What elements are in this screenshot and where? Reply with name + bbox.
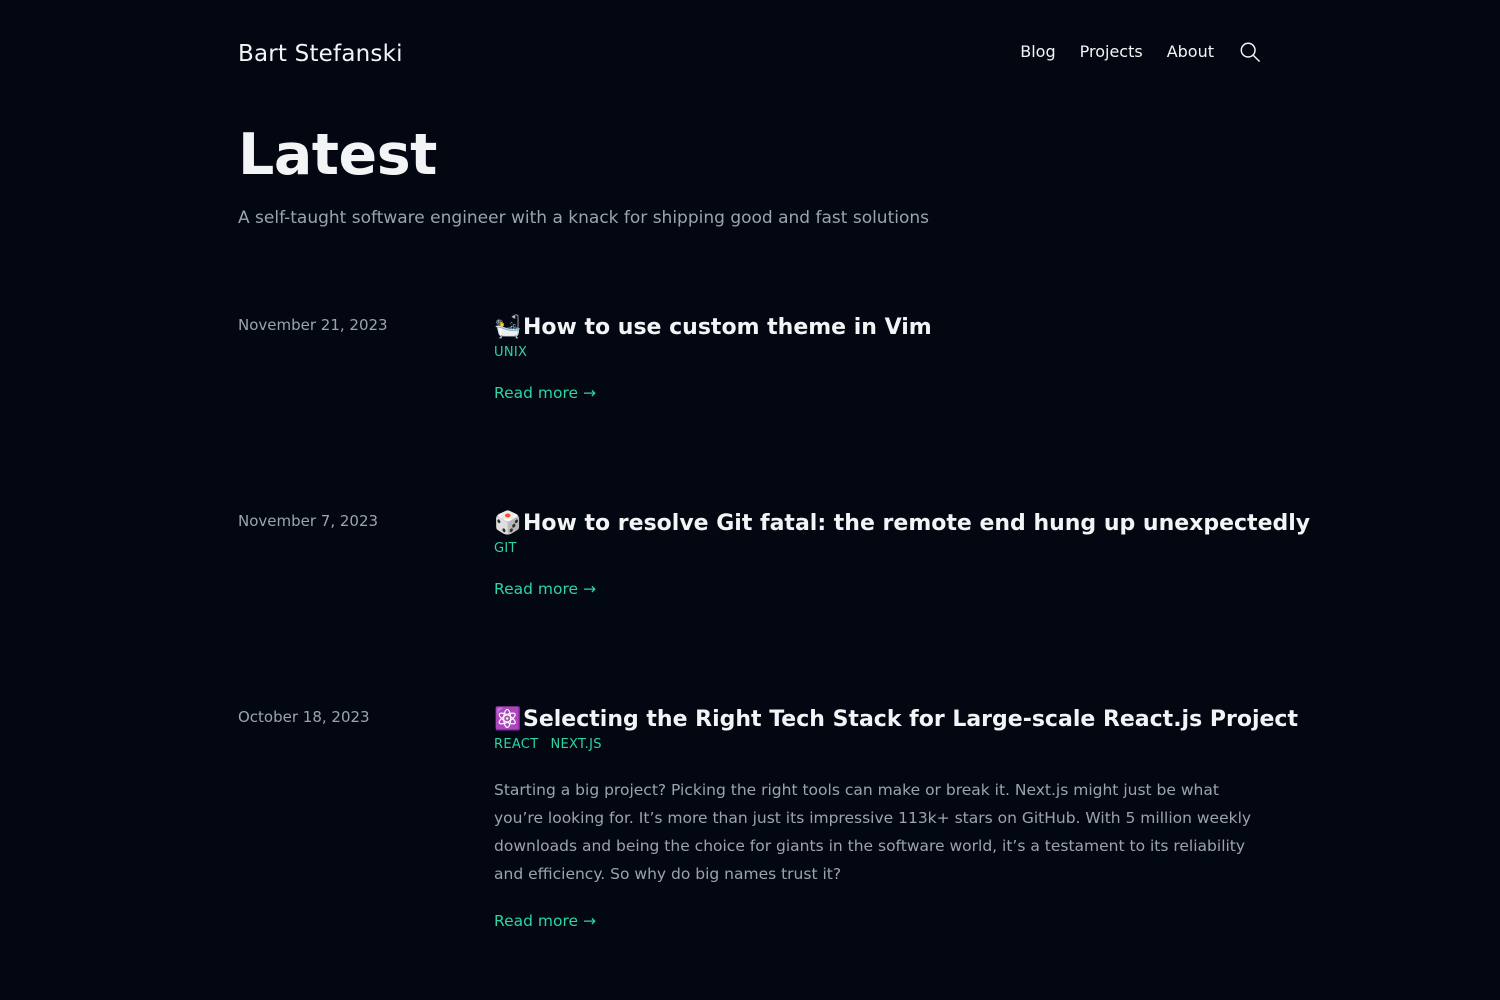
site-header: Bart Stefanski Blog Projects About	[238, 0, 1262, 110]
tag-unix[interactable]: UNIX	[494, 345, 527, 360]
read-more-link[interactable]: Read more →	[494, 384, 596, 402]
atom-emoji-icon: ⚛️	[494, 707, 522, 732]
page-subtitle: A self-taught software engineer with a k…	[238, 208, 930, 228]
post-date: October 18, 2023	[238, 708, 370, 726]
tag-react[interactable]: REACT	[494, 737, 538, 752]
page-title: Latest	[238, 122, 437, 188]
bathtub-emoji-icon: 🛀	[494, 315, 522, 340]
post-title-link[interactable]: ⚛️Selecting the Right Tech Stack for Lar…	[494, 705, 1298, 735]
nav-link-projects[interactable]: Projects	[1080, 38, 1143, 66]
search-icon	[1240, 42, 1260, 62]
page-container: Bart Stefanski Blog Projects About Lates…	[238, 0, 1310, 1000]
post-tags: UNIX	[494, 345, 1262, 360]
post-title-text: Selecting the Right Tech Stack for Large…	[523, 707, 1298, 732]
nav-link-about[interactable]: About	[1167, 38, 1214, 66]
nav-link-blog[interactable]: Blog	[1020, 38, 1055, 66]
post-tags: GIT	[494, 541, 1262, 556]
post-date: November 7, 2023	[238, 512, 379, 530]
post-body: 🛀How to use custom theme in Vim UNIX Rea…	[494, 313, 1262, 402]
post-tags: REACT NEXT.JS	[494, 737, 1262, 752]
post-title-link[interactable]: 🎲How to resolve Git fatal: the remote en…	[494, 509, 1310, 539]
read-more-link[interactable]: Read more →	[494, 912, 596, 930]
main-nav: Blog Projects About	[1020, 38, 1262, 66]
post-excerpt: Starting a big project? Picking the righ…	[494, 781, 1252, 883]
post-body: 🎲How to resolve Git fatal: the remote en…	[494, 509, 1310, 598]
read-more-link[interactable]: Read more →	[494, 580, 596, 598]
tag-git[interactable]: GIT	[494, 541, 517, 556]
search-button[interactable]	[1238, 38, 1262, 66]
dice-emoji-icon: 🎲	[494, 511, 522, 536]
post-title-text: How to resolve Git fatal: the remote end…	[523, 511, 1311, 536]
post-title-link[interactable]: 🛀How to use custom theme in Vim	[494, 313, 1262, 343]
post-date: November 21, 2023	[238, 316, 388, 334]
tag-nextjs[interactable]: NEXT.JS	[550, 737, 601, 752]
post-title-text: How to use custom theme in Vim	[523, 315, 932, 340]
post-body: ⚛️Selecting the Right Tech Stack for Lar…	[494, 705, 1298, 930]
site-logo[interactable]: Bart Stefanski	[238, 41, 403, 67]
